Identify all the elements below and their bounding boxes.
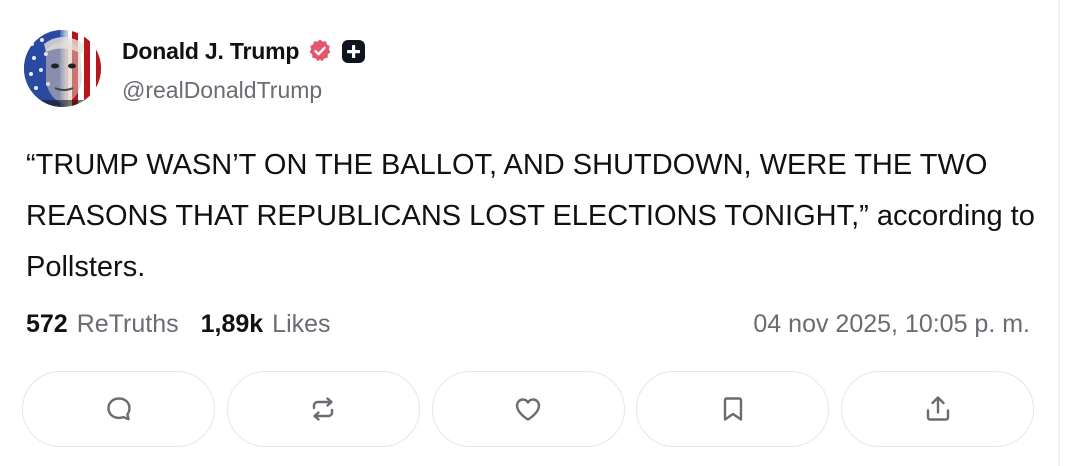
- plus-badge-icon: [341, 39, 366, 64]
- post-stats: 572 ReTruths 1,89k Likes: [26, 308, 331, 340]
- reply-icon: [106, 397, 131, 421]
- like-button[interactable]: [431, 371, 625, 447]
- likes-label[interactable]: Likes: [272, 310, 330, 339]
- verified-badge-icon: [307, 38, 333, 64]
- post-action-bar: [22, 371, 1034, 449]
- post-timestamp[interactable]: 04 nov 2025, 10:05 p. m.: [753, 308, 1030, 340]
- share-icon: [926, 396, 949, 421]
- post-body-text: “TRUMP WASN’T ON THE BALLOT, AND SHUTDOW…: [26, 149, 1035, 283]
- author-handle[interactable]: @realDonaldTrump: [122, 77, 322, 104]
- scroll-edge-divider: [1058, 0, 1060, 466]
- retruths-label[interactable]: ReTruths: [77, 310, 179, 339]
- like-icon: [515, 398, 541, 421]
- retruth-button[interactable]: [226, 371, 420, 447]
- author-name-row: Donald J. Trump: [122, 36, 366, 66]
- reply-button[interactable]: [22, 371, 215, 447]
- bookmark-button[interactable]: [636, 371, 830, 447]
- author-display-name[interactable]: Donald J. Trump: [122, 38, 299, 65]
- retruth-icon: [313, 397, 334, 421]
- avatar[interactable]: [24, 30, 101, 107]
- avatar-portrait: [24, 30, 101, 107]
- likes-count[interactable]: 1,89k: [201, 310, 264, 339]
- share-button[interactable]: [841, 371, 1034, 447]
- bookmark-icon: [723, 397, 742, 421]
- retruths-count[interactable]: 572: [26, 310, 68, 339]
- post-card: Donald J. Trump @realDonaldTrump “TRUMP …: [0, 0, 1058, 466]
